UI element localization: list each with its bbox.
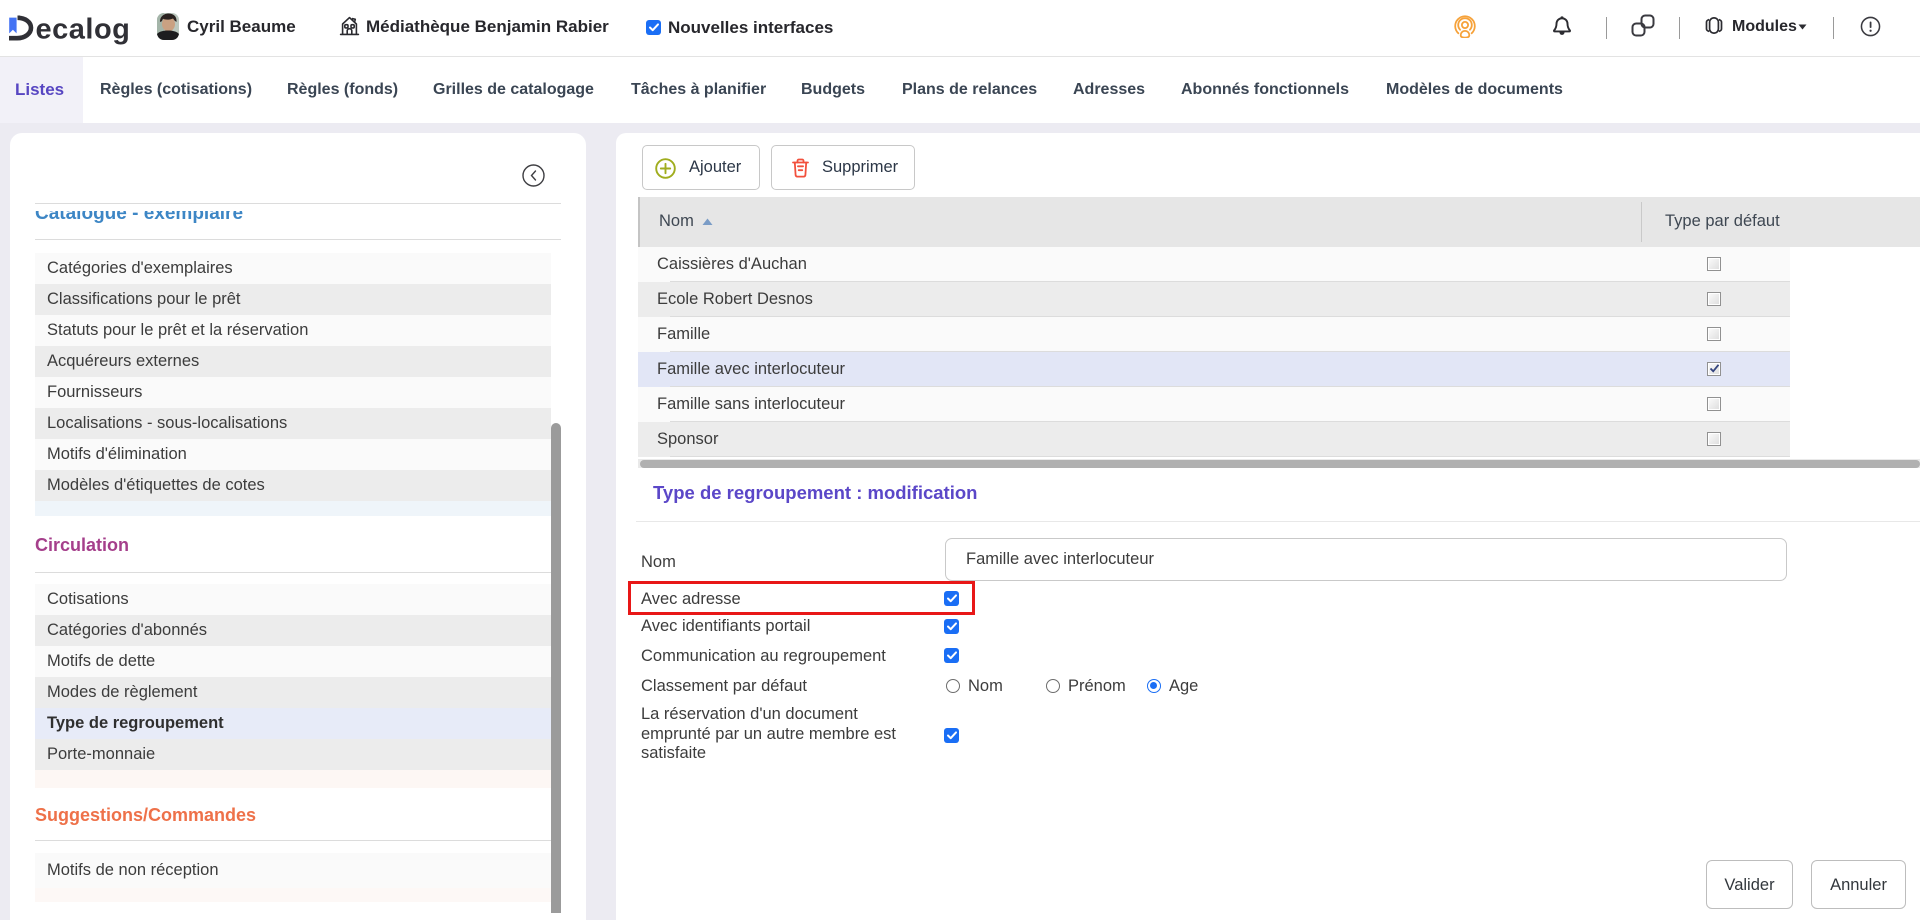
svg-text:ecalog: ecalog: [36, 14, 131, 46]
